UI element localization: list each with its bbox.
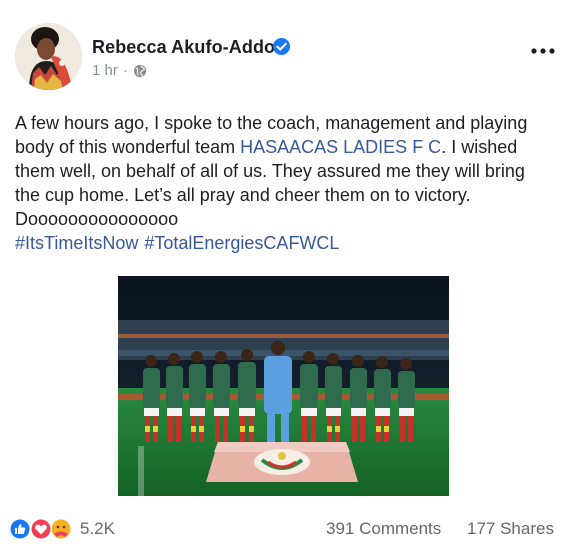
post-text-line: the cup home. Let’s all pray and cheer t… (15, 185, 471, 205)
post-text-segment: . I wished (441, 137, 518, 157)
verified-badge-icon (272, 37, 291, 56)
post-text-line: body of this wonderful team HASAACAS LAD… (15, 135, 560, 159)
meta-separator: · (122, 62, 128, 79)
care-reaction-icon (50, 518, 72, 540)
hashtag-row: #ItsTimeItsNow #TotalEnergiesCAFWCL (15, 231, 560, 255)
more-options-icon[interactable] (530, 44, 556, 58)
hashtag-link[interactable]: #TotalEnergiesCAFWCL (144, 233, 339, 253)
post-text-line: A few hours ago, I spoke to the coach, m… (15, 113, 528, 133)
avatar-image (15, 23, 82, 90)
post-footer: 5.2K 391 Comments 177 Shares (0, 508, 569, 548)
like-reaction-icon (9, 518, 31, 540)
post-meta: 1 hr · (92, 62, 147, 79)
page-mention-link[interactable]: HASAACAS LADIES F C (240, 137, 441, 157)
comments-count-link[interactable]: 391 Comments (326, 519, 441, 539)
post-body: A few hours ago, I spoke to the coach, m… (15, 111, 560, 255)
post-header: Rebecca Akufo-Addo 1 hr · (0, 0, 569, 100)
post-text-line: Dooooooooooooooo (15, 209, 179, 229)
team-photo-image (118, 276, 449, 496)
shares-count-link[interactable]: 177 Shares (467, 519, 554, 539)
author-name[interactable]: Rebecca Akufo-Addo (92, 37, 275, 58)
hashtag-link[interactable]: #ItsTimeItsNow (15, 233, 138, 253)
post-timestamp[interactable]: 1 hr (92, 62, 118, 79)
post-photo[interactable] (118, 276, 449, 496)
post-text-segment: body of this wonderful team (15, 137, 241, 157)
reaction-count[interactable]: 5.2K (80, 519, 115, 539)
post-text-line: them well, on behalf of all of us. They … (15, 161, 525, 181)
globe-icon (133, 64, 146, 77)
reaction-icons[interactable] (8, 517, 74, 541)
author-avatar[interactable] (15, 23, 82, 90)
love-reaction-icon (30, 518, 52, 540)
